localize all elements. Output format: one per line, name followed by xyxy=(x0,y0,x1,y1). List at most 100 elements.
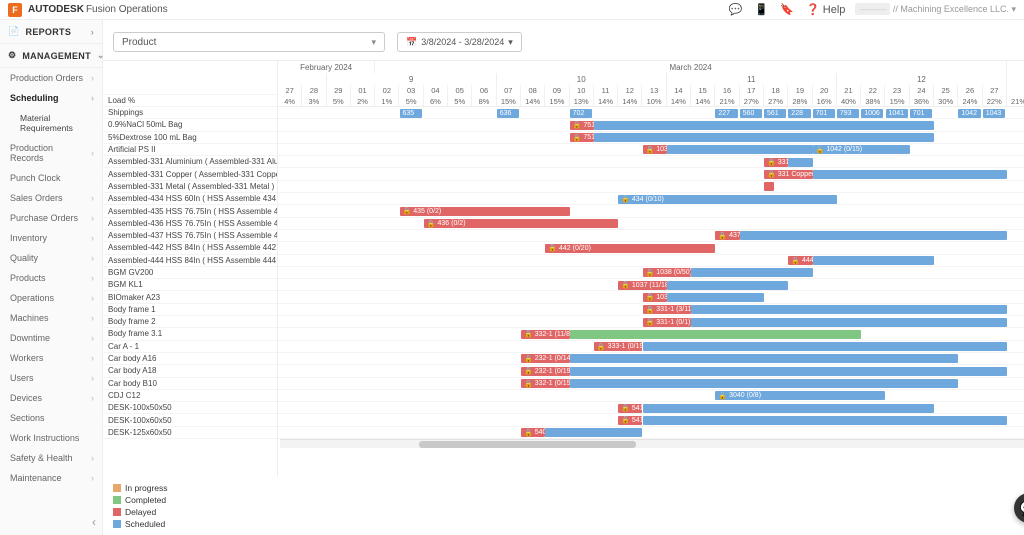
gantt-bar[interactable]: 🔒1039 (0/10) xyxy=(643,145,667,154)
gantt-row-label[interactable]: Car body A18 xyxy=(103,365,277,377)
gantt-row-label[interactable]: Assembled-444 HSS 84In ( HSS Assemble 44… xyxy=(103,255,277,267)
gantt-bar[interactable]: 🔒1037 (11/18) xyxy=(618,281,667,290)
gantt-bar[interactable] xyxy=(764,182,774,191)
shipping-bar[interactable]: 635 xyxy=(400,109,422,118)
gantt-bar[interactable]: 🔒232-1 (0/19) xyxy=(521,367,570,376)
gantt-bar[interactable] xyxy=(570,330,862,339)
gantt-bar[interactable] xyxy=(570,367,1007,376)
gantt-bar[interactable]: 🔒436 (0/2) xyxy=(424,219,618,228)
gantt-row-label[interactable]: DESK-125x60x50 xyxy=(103,427,277,439)
gantt-bar[interactable] xyxy=(813,256,935,265)
gantt-bar[interactable] xyxy=(545,428,642,437)
gantt-row-label[interactable]: BGM KL1 xyxy=(103,279,277,291)
gantt-row-label[interactable]: Body frame 3.1 xyxy=(103,328,277,340)
horizontal-scrollbar[interactable] xyxy=(280,439,1024,448)
gantt-bar[interactable] xyxy=(643,416,1008,425)
sidebar-item[interactable]: Downtime› xyxy=(0,328,102,348)
gantt-bar[interactable] xyxy=(667,293,764,302)
gantt-bar[interactable] xyxy=(740,231,1007,240)
gantt-bar[interactable]: 🔒541 (0/8) xyxy=(618,416,642,425)
gantt-bar[interactable]: 🔒1042 (0/15) xyxy=(813,145,910,154)
gantt-bar[interactable] xyxy=(570,354,959,363)
gantt-bar[interactable]: 🔒1039 (3/5) xyxy=(643,293,667,302)
sidebar-item[interactable]: Safety & Health› xyxy=(0,448,102,468)
sidebar-item[interactable]: Quality› xyxy=(0,248,102,268)
gantt-row-label[interactable]: 0.9%NaCl 50mL Bag xyxy=(103,119,277,131)
shipping-bar[interactable]: 701 xyxy=(910,109,932,118)
gantt-bar[interactable]: 🔒442 (0/20) xyxy=(545,244,715,253)
bookmark-icon[interactable]: 🔖 xyxy=(780,3,794,16)
gantt-row-label[interactable]: DESK-100x50x50 xyxy=(103,402,277,414)
shipping-bar[interactable]: 701 xyxy=(813,109,835,118)
gantt-row-label[interactable]: CDJ C12 xyxy=(103,390,277,402)
gantt-bar[interactable] xyxy=(691,305,1007,314)
shipping-bar[interactable]: 561 xyxy=(764,109,786,118)
gantt-row-label[interactable]: Body frame 1 xyxy=(103,304,277,316)
gantt-bar[interactable] xyxy=(788,158,812,167)
shipping-bar[interactable]: 1041 xyxy=(886,109,908,118)
sidebar-item[interactable]: Sales Orders› xyxy=(0,188,102,208)
gantt-row-label[interactable]: 5%Dextrose 100 mL Bag xyxy=(103,132,277,144)
gantt-bar[interactable] xyxy=(691,318,1007,327)
help-link[interactable]: ❓ Help xyxy=(806,3,845,16)
shipping-bar[interactable]: 1006 xyxy=(861,109,883,118)
gantt-bar[interactable]: 🔒751-1 (1/13) xyxy=(570,121,594,130)
gantt-bar[interactable]: 🔒751-1 (5/14) xyxy=(570,133,594,142)
shipping-bar[interactable]: 228 xyxy=(788,109,810,118)
gantt-bar[interactable] xyxy=(691,268,813,277)
product-select[interactable]: Product ▾ xyxy=(113,32,385,52)
sidebar-item[interactable]: Work Instructions xyxy=(0,428,102,448)
gantt-row-label[interactable]: Car A - 1 xyxy=(103,341,277,353)
gantt-bar[interactable]: 🔒3040 (0/8) xyxy=(715,391,885,400)
date-range-picker[interactable]: 📅 3/8/2024 - 3/28/2024 ▾ xyxy=(397,32,522,52)
org-switcher[interactable]: ——— // Machining Excellence LLC. ▾ xyxy=(855,4,1016,15)
shipping-bar[interactable]: 636 xyxy=(497,109,519,118)
gantt-bar[interactable] xyxy=(594,121,934,130)
sidebar-item[interactable]: Devices› xyxy=(0,388,102,408)
gantt-bar[interactable]: 🔒437 (5/11) xyxy=(715,231,739,240)
gantt-bar[interactable]: 🔒540 (8/10) xyxy=(521,428,545,437)
gantt-bar[interactable]: 🔒331 xyxy=(764,158,788,167)
gantt-row-label[interactable]: Assembled-331 Copper ( Assembled-331 Cop… xyxy=(103,168,277,180)
gantt-row-label[interactable]: Car body B10 xyxy=(103,378,277,390)
gantt-bar[interactable] xyxy=(813,170,1007,179)
sidebar-item[interactable]: Maintenance› xyxy=(0,468,102,488)
gantt-bar[interactable] xyxy=(594,133,934,142)
mobile-icon[interactable]: 📱 xyxy=(755,3,769,16)
sidebar-collapse-icon[interactable]: ‹ xyxy=(92,515,96,529)
gantt-bar[interactable]: 🔒331-1 (3/11) xyxy=(643,305,692,314)
gantt-bar[interactable]: 🔒434 (0/10) xyxy=(618,195,837,204)
sidebar-item[interactable]: Products› xyxy=(0,268,102,288)
sidebar-item[interactable]: Material Requirements xyxy=(0,108,102,138)
gantt-row-label[interactable]: BGM GV200 xyxy=(103,267,277,279)
gantt-row-label[interactable]: Assembled-442 HSS 84In ( HSS Assemble 44… xyxy=(103,242,277,254)
gantt-row-label[interactable]: Car body A16 xyxy=(103,353,277,365)
sidebar-item[interactable]: Scheduling› xyxy=(0,88,102,108)
shipping-bar[interactable]: 560 xyxy=(740,109,762,118)
shipping-bar[interactable]: 793 xyxy=(837,109,859,118)
gantt-bar[interactable]: 🔒435 (0/2) xyxy=(400,207,570,216)
sidebar-section-management[interactable]: ⚙ MANAGEMENT ⌄ xyxy=(0,44,102,68)
shipping-bar[interactable]: 1043 xyxy=(983,109,1005,118)
sidebar-item[interactable]: Punch Clock xyxy=(0,168,102,188)
gantt-bar[interactable]: 🔒541 (2/5) xyxy=(618,404,642,413)
gantt-bar[interactable]: 🔒332-1 (0/15) xyxy=(521,379,570,388)
gantt-row-label[interactable]: Assembled-436 HSS 76.75In ( HSS Assemble… xyxy=(103,218,277,230)
gantt-bar[interactable]: 🔒1038 (0/50) xyxy=(643,268,692,277)
gantt-row-label[interactable]: Assembled-331 Metal ( Assembled-331 Meta… xyxy=(103,181,277,193)
gantt-row-label[interactable]: Assembled-435 HSS 76.75In ( HSS Assemble… xyxy=(103,205,277,217)
gantt-row-label[interactable]: Body frame 2 xyxy=(103,316,277,328)
gantt-bar[interactable] xyxy=(667,145,813,154)
gantt-row-label[interactable]: BIOmaker A23 xyxy=(103,291,277,303)
gantt-bar[interactable]: 🔒332-1 (11/8) xyxy=(521,330,570,339)
gantt-bar[interactable] xyxy=(667,281,789,290)
gantt-row-label[interactable]: Assembled-331 Aluminium ( Assembled-331 … xyxy=(103,156,277,168)
shipping-bar[interactable]: 1042 xyxy=(958,109,980,118)
gantt-row-label[interactable]: DESK-100x60x50 xyxy=(103,414,277,426)
sidebar-section-reports[interactable]: 📄 REPORTS › xyxy=(0,20,102,44)
sidebar-item[interactable]: Users› xyxy=(0,368,102,388)
sidebar-item[interactable]: Machines› xyxy=(0,308,102,328)
chat-icon[interactable]: 💬 xyxy=(729,3,743,16)
sidebar-item[interactable]: Production Records› xyxy=(0,138,102,168)
gantt-bar[interactable]: 🔒331-1 (0/1) xyxy=(643,318,692,327)
